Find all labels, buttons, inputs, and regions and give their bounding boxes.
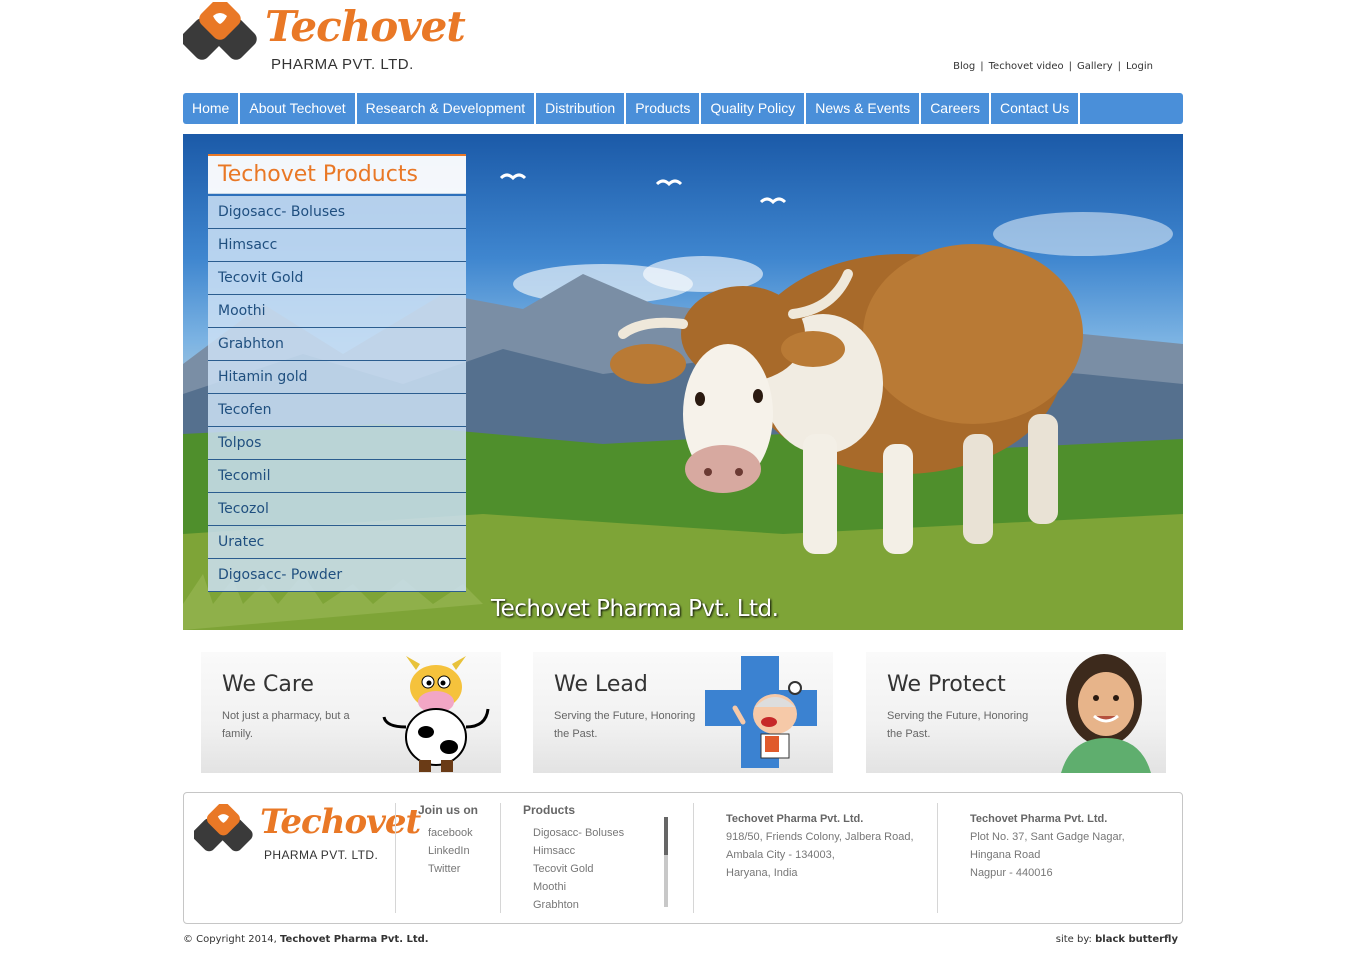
logo-mark-icon <box>194 804 253 852</box>
nav-about[interactable]: About Techovet <box>240 93 357 124</box>
top-links: Blog | Techovet video | Gallery | Login <box>953 61 1153 72</box>
address-line: Ambala City - 134003, <box>726 849 835 861</box>
product-item[interactable]: Himsacc <box>208 229 466 262</box>
product-item[interactable]: Tecofen <box>208 394 466 427</box>
footer-products-heading: Products <box>523 803 576 817</box>
footer-product-link[interactable]: Digosacc- Boluses <box>533 827 624 839</box>
feature-text: Not just a pharmacy, but a family. <box>222 710 350 740</box>
gallery-link[interactable]: Gallery <box>1077 61 1113 72</box>
products-panel: Techovet Products Digosacc- Boluses Hims… <box>208 154 466 592</box>
address-line: Hingana Road <box>970 849 1041 861</box>
nav-research[interactable]: Research & Development <box>357 93 537 124</box>
login-link[interactable]: Login <box>1126 61 1153 72</box>
nav-quality[interactable]: Quality Policy <box>701 93 807 124</box>
footer-divider <box>500 803 501 913</box>
product-item[interactable]: Grabhton <box>208 328 466 361</box>
nav-careers[interactable]: Careers <box>921 93 991 124</box>
scrollbar-thumb[interactable] <box>664 817 668 855</box>
feature-we-lead[interactable]: We Lead Serving the Future, Honoring the… <box>533 652 833 773</box>
feature-we-protect[interactable]: We Protect Serving the Future, Honoring … <box>866 652 1166 773</box>
feature-we-care[interactable]: We Care Not just a pharmacy, but a famil… <box>201 652 501 773</box>
twitter-link[interactable]: Twitter <box>428 863 460 875</box>
address2-block: Plot No. 37, Sant Gadge Nagar, Hingana R… <box>970 828 1125 882</box>
product-item[interactable]: Tolpos <box>208 427 466 460</box>
footer-divider <box>395 803 396 913</box>
feature-text: Serving the Future, Honoring the Past. <box>887 710 1029 740</box>
address-line: Plot No. 37, Sant Gadge Nagar, <box>970 831 1125 843</box>
hero-caption: Techovet Pharma Pvt. Ltd. <box>491 596 779 622</box>
address2-name: Techovet Pharma Pvt. Ltd. <box>970 813 1108 825</box>
site-logo[interactable]: Techovet PHARMA PVT. LTD. <box>183 2 466 76</box>
nav-contact[interactable]: Contact Us <box>991 93 1081 124</box>
product-item[interactable]: Tecomil <box>208 460 466 493</box>
linkedin-link[interactable]: LinkedIn <box>428 845 470 857</box>
footer-divider <box>937 803 938 913</box>
footer-products-scrollbar[interactable] <box>664 817 668 907</box>
smiling-child-icon <box>1061 654 1151 773</box>
credit-link[interactable]: black butterfly <box>1095 934 1178 945</box>
facebook-link[interactable]: facebook <box>428 827 473 839</box>
product-item[interactable]: Hitamin gold <box>208 361 466 394</box>
address1-block: 918/50, Friends Colony, Jalbera Road, Am… <box>726 828 914 882</box>
cartoon-cow-icon <box>382 656 490 772</box>
main-nav: Home About Techovet Research & Developme… <box>183 93 1183 124</box>
footer-product-link[interactable]: Himsacc <box>533 845 575 857</box>
logo-subtitle: PHARMA PVT. LTD. <box>271 56 414 73</box>
footer-product-link[interactable]: Tecovit Gold <box>533 863 594 875</box>
product-item[interactable]: Moothi <box>208 295 466 328</box>
product-item[interactable]: Uratec <box>208 526 466 559</box>
address-line: Nagpur - 440016 <box>970 867 1053 879</box>
hero-banner: Techovet Products Digosacc- Boluses Hims… <box>183 134 1183 630</box>
video-link[interactable]: Techovet video <box>989 61 1064 72</box>
feature-title: We Lead <box>554 672 648 697</box>
address1-name: Techovet Pharma Pvt. Ltd. <box>726 813 864 825</box>
footer-product-link[interactable]: Moothi <box>533 881 566 893</box>
medical-cross-doctor-icon <box>705 656 817 768</box>
address-line: Haryana, India <box>726 867 798 879</box>
nav-distribution[interactable]: Distribution <box>536 93 627 124</box>
footer-product-link[interactable]: Grabhton <box>533 899 579 909</box>
footer: Techovet PHARMA PVT. LTD. Join us on fac… <box>183 792 1183 924</box>
blog-link[interactable]: Blog <box>953 61 975 72</box>
nav-products[interactable]: Products <box>626 93 702 124</box>
copyright-company: Techovet Pharma Pvt. Ltd. <box>280 934 429 945</box>
products-list: Digosacc- Boluses Himsacc Tecovit Gold M… <box>208 196 466 592</box>
footer-products-list: Digosacc- Boluses Himsacc Tecovit Gold M… <box>533 823 663 909</box>
copyright-prefix: © Copyright 2014, <box>183 934 277 945</box>
address-line: 918/50, Friends Colony, Jalbera Road, <box>726 831 914 843</box>
product-item[interactable]: Tecozol <box>208 493 466 526</box>
logo-name: Techovet <box>265 2 466 51</box>
join-heading: Join us on <box>418 803 478 817</box>
footer-logo-name: Techovet <box>260 802 421 842</box>
logo-mark-icon <box>183 2 257 60</box>
footer-logo-subtitle: PHARMA PVT. LTD. <box>264 848 379 862</box>
footer-divider <box>693 803 694 913</box>
nav-news[interactable]: News & Events <box>806 93 922 124</box>
credit-prefix: site by: <box>1055 934 1092 945</box>
product-item[interactable]: Tecovit Gold <box>208 262 466 295</box>
copyright: © Copyright 2014, Techovet Pharma Pvt. L… <box>183 934 429 945</box>
site-credit: site by: black butterfly <box>1056 934 1178 945</box>
product-item[interactable]: Digosacc- Boluses <box>208 196 466 229</box>
footer-logo[interactable]: Techovet PHARMA PVT. LTD. <box>194 802 421 864</box>
feature-text: Serving the Future, Honoring the Past. <box>554 710 696 740</box>
nav-home[interactable]: Home <box>183 93 241 124</box>
product-item[interactable]: Digosacc- Powder <box>208 559 466 592</box>
feature-title: We Protect <box>887 672 1006 697</box>
feature-title: We Care <box>222 672 314 697</box>
products-panel-title: Techovet Products <box>208 154 466 194</box>
